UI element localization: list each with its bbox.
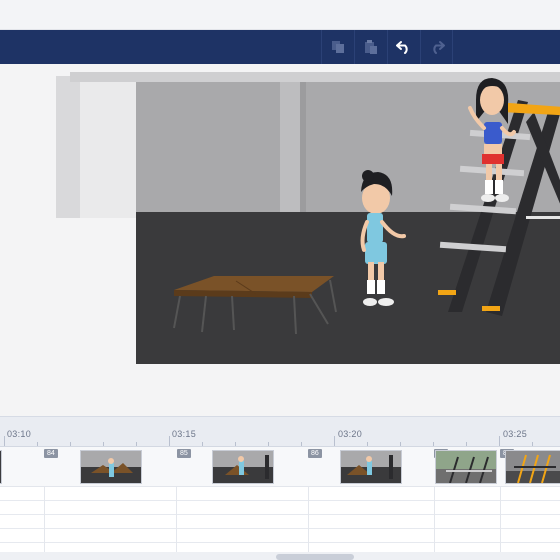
ruler-tick (169, 436, 170, 446)
ruler-label: 03:15 (172, 429, 197, 439)
ruler-tick (466, 442, 467, 446)
lane-divider (44, 487, 45, 560)
undo-icon (396, 41, 408, 54)
timeline-ruler[interactable]: 03:10 03:15 03:20 03:25 (0, 417, 560, 447)
ruler-label: 03:10 (7, 429, 32, 439)
scene-number-badge: 86 (308, 449, 322, 458)
timeline-lane[interactable] (0, 529, 560, 543)
scene-thumbnail[interactable] (340, 450, 402, 484)
scene-thumbnail[interactable] (435, 450, 497, 484)
ruler-tick (235, 442, 236, 446)
ruler-tick (37, 442, 38, 446)
offstage-floor (56, 218, 136, 372)
ruler-tick (532, 442, 533, 446)
ruler-tick (334, 436, 335, 446)
ruler-label: 03:25 (503, 429, 528, 439)
lane-divider (308, 487, 309, 560)
ruler-tick (268, 442, 269, 446)
timeline-scroll-thumb[interactable] (276, 554, 354, 560)
scene-thumbnail[interactable] (505, 450, 560, 484)
scene-number-badge: 85 (177, 449, 191, 458)
editor-toolbar (0, 30, 560, 64)
top-strip (0, 0, 560, 30)
ruler-tick (400, 442, 401, 446)
timeline-lane[interactable] (0, 501, 560, 515)
wall-pillar-shade (300, 82, 306, 212)
lane-divider (176, 487, 177, 560)
ruler-tick (202, 442, 203, 446)
wall-left-panel (56, 76, 80, 218)
ruler-tick (433, 442, 434, 446)
paste-button[interactable] (354, 30, 387, 64)
undo-button[interactable] (387, 30, 420, 64)
redo-button[interactable] (420, 30, 453, 64)
ruler-tick (499, 436, 500, 446)
ruler-tick (4, 436, 5, 446)
offstage-right (136, 364, 560, 372)
ruler-tick (103, 442, 104, 446)
ruler-label: 03:20 (338, 429, 363, 439)
timeline-panel: 03:10 03:15 03:20 03:25 84 85 86 (0, 416, 560, 560)
copy-icon (332, 41, 344, 53)
video-editor: 03:10 03:15 03:20 03:25 84 85 86 (0, 0, 560, 560)
scene-thumbnail[interactable] (0, 450, 2, 484)
ruler-tick (301, 442, 302, 446)
timeline-scrollbar[interactable] (0, 552, 560, 560)
timeline-lane[interactable] (0, 487, 560, 501)
scene-track: 84 85 86 (0, 447, 560, 487)
wall-left-face (80, 82, 138, 218)
scene-stage[interactable] (56, 72, 560, 372)
lane-divider (500, 487, 501, 560)
scene-thumbnail[interactable] (80, 450, 142, 484)
paste-icon (365, 40, 377, 54)
copy-button[interactable] (321, 30, 354, 64)
ruler-tick (136, 442, 137, 446)
redo-icon (432, 41, 445, 54)
scene-number-badge: 84 (44, 449, 58, 458)
timeline-lanes[interactable] (0, 487, 560, 560)
timeline-lane[interactable] (0, 515, 560, 529)
scene-thumbnail[interactable] (212, 450, 274, 484)
ruler-tick (367, 442, 368, 446)
ruler-tick (70, 442, 71, 446)
canvas-workspace (0, 64, 560, 416)
lane-divider (434, 487, 435, 560)
